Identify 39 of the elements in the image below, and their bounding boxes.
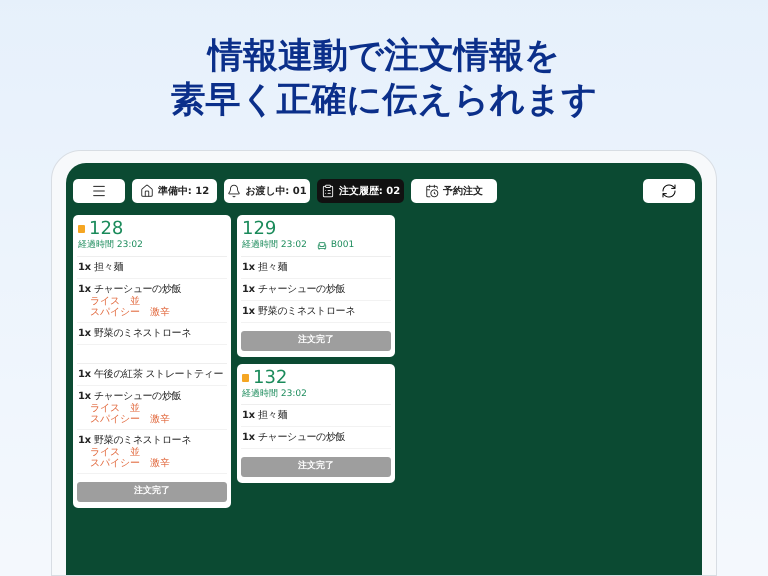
order-number: 132	[253, 368, 288, 388]
refresh-button[interactable]	[643, 179, 695, 203]
tab[interactable]: お渡し中: 01	[224, 179, 310, 203]
calendar-icon	[425, 184, 439, 198]
home-icon	[140, 184, 154, 198]
order-item: 1x 野菜のミネストローネ	[78, 434, 192, 446]
order-item: 1x チャーシューの炒飯	[78, 282, 182, 296]
item-option: スパイシー 激辛	[78, 458, 226, 468]
elapsed-time: 経過時間 23:02	[242, 239, 307, 252]
menu-icon	[91, 183, 107, 199]
item-option: スパイシー 激辛	[78, 306, 226, 318]
table-number: B001	[330, 239, 354, 252]
order-item: 1x チャーシューの炒飯	[78, 390, 182, 402]
item-option: ライス 並	[78, 446, 226, 458]
elapsed-time: 経過時間 23:02	[78, 239, 143, 252]
order-item: 1x 担々麺	[242, 409, 288, 422]
tab[interactable]: 準備中: 12	[132, 179, 217, 203]
tab[interactable]: 注文履歴: 02	[317, 179, 404, 203]
refresh-icon	[661, 183, 677, 199]
order-item: 1x 午後の紅茶 ストレートティー	[78, 368, 223, 380]
order-number: 128	[89, 219, 124, 239]
order-item: 1x 野菜のミネストローネ	[242, 304, 356, 318]
menu-button[interactable]	[73, 179, 125, 203]
order-item: 1x 担々麺	[78, 260, 124, 274]
bell-icon	[227, 184, 242, 198]
headline: 素早く正確に伝えられます	[170, 79, 598, 122]
item-option: ライス 並	[78, 296, 226, 306]
order-item: 1x 担々麺	[242, 260, 288, 274]
order-item: 1x チャーシューの炒飯	[242, 431, 346, 444]
order-number: 129	[242, 219, 276, 239]
headline: 情報連動で注文情報を	[208, 35, 560, 78]
item-option: ライス 並	[78, 402, 226, 414]
seat-icon	[316, 240, 327, 251]
clipboard-icon	[320, 184, 335, 198]
tab[interactable]: 予約注文	[411, 179, 497, 203]
elapsed-time: 経過時間 23:02	[242, 388, 307, 400]
order-item: 1x チャーシューの炒飯	[242, 282, 346, 296]
order-item: 1x 野菜のミネストローネ	[78, 326, 192, 340]
item-option: スパイシー 激辛	[78, 414, 226, 424]
